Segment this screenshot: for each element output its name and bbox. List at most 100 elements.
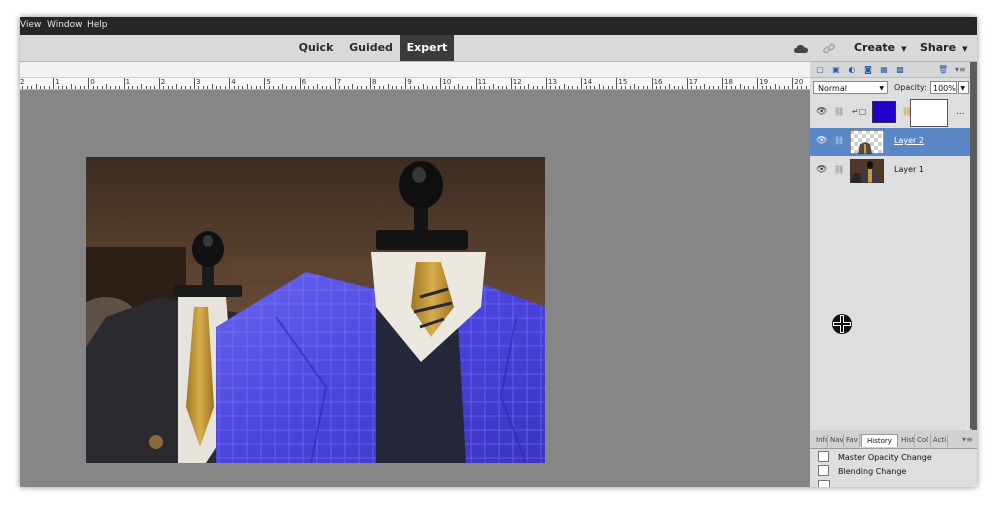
history-step-icon [818,465,829,476]
ruler-tick [796,86,798,89]
eye-icon[interactable]: 👁 [816,107,827,117]
create-button[interactable]: Create ▼ [854,35,907,61]
trash-icon[interactable]: 🗑 [938,65,948,74]
ruler-tick [629,86,631,89]
canvas-area[interactable] [20,90,810,487]
blend-mode-value: Normal [818,84,847,93]
mask-thumbnail[interactable] [910,99,948,127]
panel-menu-icon[interactable]: ▾≡ [955,65,966,74]
layer-row-2[interactable]: 👁 ⛓ Layer 2 [810,128,970,156]
ruler-tick [682,86,684,89]
tab-navigator[interactable]: Nav [828,434,844,447]
layer-row-1[interactable]: 👁 ⛓ Layer 1 [810,157,970,185]
ruler-tick [563,84,565,89]
blend-mode-select[interactable]: Normal ▼ [813,81,888,94]
menu-view[interactable]: View [20,20,41,30]
ruler-tick [114,86,116,89]
ruler-tick [735,86,737,89]
ruler-tick [678,86,679,89]
ruler-tick [502,86,503,89]
menu-window[interactable]: Window [47,20,83,30]
ruler-tick [427,86,429,89]
ruler-tick [638,86,640,89]
tab-histogram[interactable]: Hist [899,434,915,447]
ruler-tick [598,84,600,89]
tab-quick[interactable]: Quick [291,35,341,61]
history-step-icon [818,480,830,487]
link-icon[interactable] [822,41,836,55]
tab-guided[interactable]: Guided [345,35,397,61]
layer-name[interactable]: Layer 1 [894,165,924,174]
layer-row-adjustment[interactable]: 👁 ⛓ ↵▢ ⛓ ... [810,99,970,128]
ruler-tick [625,86,627,89]
new-layer-icon[interactable]: ▢ [815,65,825,74]
ruler-tick [744,86,745,89]
ruler-tick [53,78,55,89]
tab-color[interactable]: Col [915,434,931,447]
ruler-tick [189,86,191,89]
ruler-tick [79,86,81,89]
ruler-tick [497,86,499,89]
history-item[interactable]: Blending Change [818,465,906,476]
ruler-tick [510,78,512,89]
fill-color-thumbnail[interactable] [872,101,896,123]
link-icon: ⛓ [834,136,845,145]
ruler-tick [295,86,297,89]
lock-transparency-icon[interactable]: ▦ [879,65,889,74]
tab-actions[interactable]: Acti [931,434,948,447]
ruler-tick [585,86,587,89]
tab-expert[interactable]: Expert [400,35,454,61]
ruler-tick [506,86,508,89]
ruler-tick [695,86,697,89]
eye-icon[interactable]: 👁 [816,136,827,146]
ruler-tick [752,86,754,89]
menu-help[interactable]: Help [87,20,108,30]
opacity-dropdown[interactable]: ▼ [958,81,969,94]
document-photo[interactable] [86,157,545,463]
opacity-label: Opacity: [894,83,927,92]
ruler-tick [400,86,402,89]
ruler-tick [66,86,68,89]
ruler-tick [805,86,807,89]
share-caret-icon: ▼ [962,45,968,53]
new-group-icon[interactable]: ▣ [831,65,841,74]
share-button[interactable]: Share ▼ [920,35,967,61]
ruler-tick [708,86,710,89]
ruler-tick [352,84,354,89]
ruler-tick [779,86,781,89]
ruler-tick [554,86,556,89]
tab-favorites[interactable]: Fav [844,434,860,447]
tab-history[interactable]: History [861,434,898,447]
history-item[interactable]: Master Opacity Change [818,451,932,462]
adjustment-layer-icon[interactable]: ◐ [847,65,857,74]
ruler-tick [312,86,314,89]
ruler-tick [356,86,358,89]
ruler-tick [299,78,301,89]
ruler-tick [48,86,50,89]
layer-name[interactable]: Layer 2 [894,136,924,145]
layer-mask-icon[interactable]: ◙ [863,65,873,74]
panel-menu-icon[interactable]: ▾≡ [962,435,973,444]
ruler-tick [757,78,759,89]
ruler-tick [440,78,442,89]
ruler-tick [739,84,741,89]
ruler-tick [40,86,41,89]
opacity-input[interactable]: 100% [930,81,957,94]
ruler-tick [128,86,129,89]
eye-icon[interactable]: 👁 [816,165,827,175]
tab-info[interactable]: Info [814,434,828,447]
ruler-tick [339,86,341,89]
ruler-tick [532,86,534,89]
ruler-tick [119,86,121,89]
ruler-tick [44,86,46,89]
ruler-tick [57,86,59,89]
cloud-icon[interactable] [793,41,809,55]
ruler-tick [607,86,609,89]
more-options[interactable]: ... [956,107,965,117]
ruler-tick [150,86,151,89]
ruler-label: 19 [759,78,769,86]
ruler-tick [26,86,28,89]
ruler-tick [321,86,323,89]
ruler-tick [722,78,723,89]
lock-all-icon[interactable]: ▩ [895,65,905,74]
